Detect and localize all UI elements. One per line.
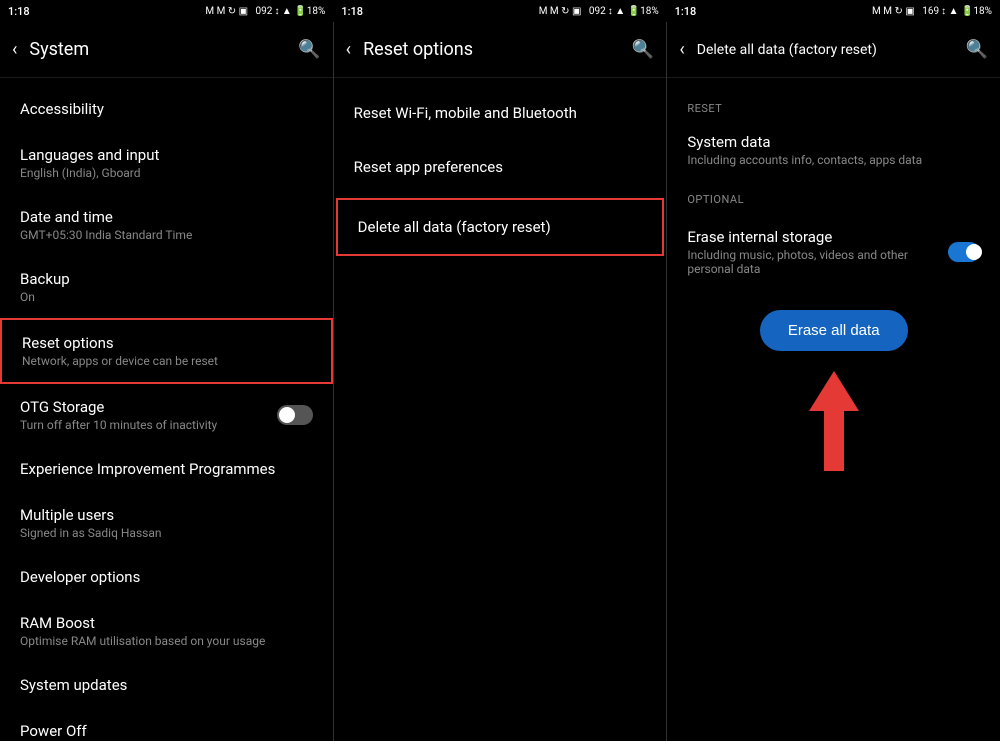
status-bar-1: 1:18 M M ↻ ▣ 092 ↕ ▲ 🔋18% <box>0 0 333 22</box>
system-search-icon[interactable]: 🔍 <box>298 39 320 60</box>
languages-item[interactable]: Languages and input English (India), Gbo… <box>0 132 333 194</box>
system-title: System <box>29 39 298 60</box>
date-time-subtitle: GMT+05:30 India Standard Time <box>20 228 313 242</box>
reset-section-label: RESET <box>667 86 1000 123</box>
erase-internal-toggle[interactable] <box>948 242 980 262</box>
reset-options-title: Reset options <box>363 39 632 60</box>
system-back-icon[interactable]: ‹ <box>12 39 17 60</box>
reset-app-item[interactable]: Reset app preferences <box>334 140 667 194</box>
factory-reset-content: RESET System data Including accounts inf… <box>667 78 1000 741</box>
icons-2: M M ↻ ▣ 092 ↕ ▲ 🔋18% <box>539 6 659 17</box>
experience-item[interactable]: Experience Improvement Programmes <box>0 446 333 492</box>
languages-subtitle: English (India), Gboard <box>20 166 313 180</box>
system-data-item: System data Including accounts info, con… <box>667 123 1000 177</box>
backup-item[interactable]: Backup On <box>0 256 333 318</box>
reset-wifi-title: Reset Wi-Fi, mobile and Bluetooth <box>354 104 577 122</box>
reset-options-content: Reset Wi-Fi, mobile and Bluetooth Reset … <box>334 78 667 741</box>
ram-boost-title: RAM Boost <box>20 614 313 632</box>
otg-subtitle: Turn off after 10 minutes of inactivity <box>20 418 217 432</box>
otg-toggle[interactable] <box>277 405 313 425</box>
system-data-title: System data <box>687 133 980 151</box>
system-panel: ‹ System 🔍 Accessibility Languages and i… <box>0 22 334 741</box>
reset-options-header: ‹ Reset options 🔍 <box>334 22 667 78</box>
erase-btn-area: Erase all data <box>667 290 1000 371</box>
time-3: 1:18 <box>675 5 697 18</box>
reset-options-panel: ‹ Reset options 🔍 Reset Wi-Fi, mobile an… <box>334 22 668 741</box>
otg-toggle-knob <box>279 407 295 423</box>
reset-options-title: Reset options <box>22 334 311 352</box>
reset-app-title: Reset app preferences <box>354 158 503 176</box>
reset-options-item[interactable]: Reset options Network, apps or device ca… <box>0 318 333 384</box>
factory-reset-panel: ‹ Delete all data (factory reset) 🔍 RESE… <box>667 22 1000 741</box>
erase-internal-title: Erase internal storage <box>687 228 948 246</box>
status-bars: 1:18 M M ↻ ▣ 092 ↕ ▲ 🔋18% 1:18 M M ↻ ▣ 0… <box>0 0 1000 22</box>
otg-title: OTG Storage <box>20 398 217 416</box>
system-data-subtitle: Including accounts info, contacts, apps … <box>687 153 980 167</box>
reset-wifi-item[interactable]: Reset Wi-Fi, mobile and Bluetooth <box>334 86 667 140</box>
system-header: ‹ System 🔍 <box>0 22 333 78</box>
developer-options-title: Developer options <box>20 568 313 586</box>
factory-reset-back-icon[interactable]: ‹ <box>679 39 684 60</box>
languages-title: Languages and input <box>20 146 313 164</box>
backup-title: Backup <box>20 270 313 288</box>
erase-internal-subtitle: Including music, photos, videos and othe… <box>687 248 948 276</box>
backup-subtitle: On <box>20 290 313 304</box>
delete-all-data-title: Delete all data (factory reset) <box>358 218 551 236</box>
icons-3: M M ↻ ▣ 169 ↕ ▲ 🔋18% <box>872 6 992 17</box>
time-1: 1:18 <box>8 5 30 18</box>
multiple-users-item[interactable]: Multiple users Signed in as Sadiq Hassan <box>0 492 333 554</box>
accessibility-item[interactable]: Accessibility <box>0 86 333 132</box>
multiple-users-title: Multiple users <box>20 506 313 524</box>
reset-options-search-icon[interactable]: 🔍 <box>632 39 654 60</box>
erase-internal-toggle-knob <box>966 244 982 260</box>
status-bar-2: 1:18 M M ↻ ▣ 092 ↕ ▲ 🔋18% <box>333 0 666 22</box>
factory-reset-header: ‹ Delete all data (factory reset) 🔍 <box>667 22 1000 78</box>
factory-reset-title: Delete all data (factory reset) <box>697 42 966 58</box>
system-updates-title: System updates <box>20 676 313 694</box>
optional-section-label: OPTIONAL <box>667 177 1000 214</box>
reset-options-back-icon[interactable]: ‹ <box>346 39 351 60</box>
ram-boost-subtitle: Optimise RAM utilisation based on your u… <box>20 634 313 648</box>
date-time-item[interactable]: Date and time GMT+05:30 India Standard T… <box>0 194 333 256</box>
system-updates-item[interactable]: System updates <box>0 662 333 708</box>
multiple-users-subtitle: Signed in as Sadiq Hassan <box>20 526 313 540</box>
otg-storage-item[interactable]: OTG Storage Turn off after 10 minutes of… <box>0 384 333 446</box>
date-time-title: Date and time <box>20 208 313 226</box>
panels-container: ‹ System 🔍 Accessibility Languages and i… <box>0 22 1000 741</box>
power-off-item[interactable]: Power Off <box>0 708 333 741</box>
reset-options-subtitle: Network, apps or device can be reset <box>22 354 311 368</box>
accessibility-title: Accessibility <box>20 100 313 118</box>
power-off-title: Power Off <box>20 722 313 740</box>
developer-options-item[interactable]: Developer options <box>0 554 333 600</box>
status-bar-3: 1:18 M M ↻ ▣ 169 ↕ ▲ 🔋18% <box>667 0 1000 22</box>
red-arrow-annotation <box>667 371 1000 481</box>
red-arrow-svg <box>794 371 874 471</box>
system-content: Accessibility Languages and input Englis… <box>0 78 333 741</box>
time-2: 1:18 <box>341 5 363 18</box>
factory-reset-search-icon[interactable]: 🔍 <box>966 39 988 60</box>
delete-all-data-item[interactable]: Delete all data (factory reset) <box>336 198 665 256</box>
erase-internal-storage-item[interactable]: Erase internal storage Including music, … <box>667 214 1000 290</box>
erase-all-data-button[interactable]: Erase all data <box>760 310 908 351</box>
experience-title: Experience Improvement Programmes <box>20 460 313 478</box>
ram-boost-item[interactable]: RAM Boost Optimise RAM utilisation based… <box>0 600 333 662</box>
icons-1: M M ↻ ▣ 092 ↕ ▲ 🔋18% <box>205 6 325 17</box>
